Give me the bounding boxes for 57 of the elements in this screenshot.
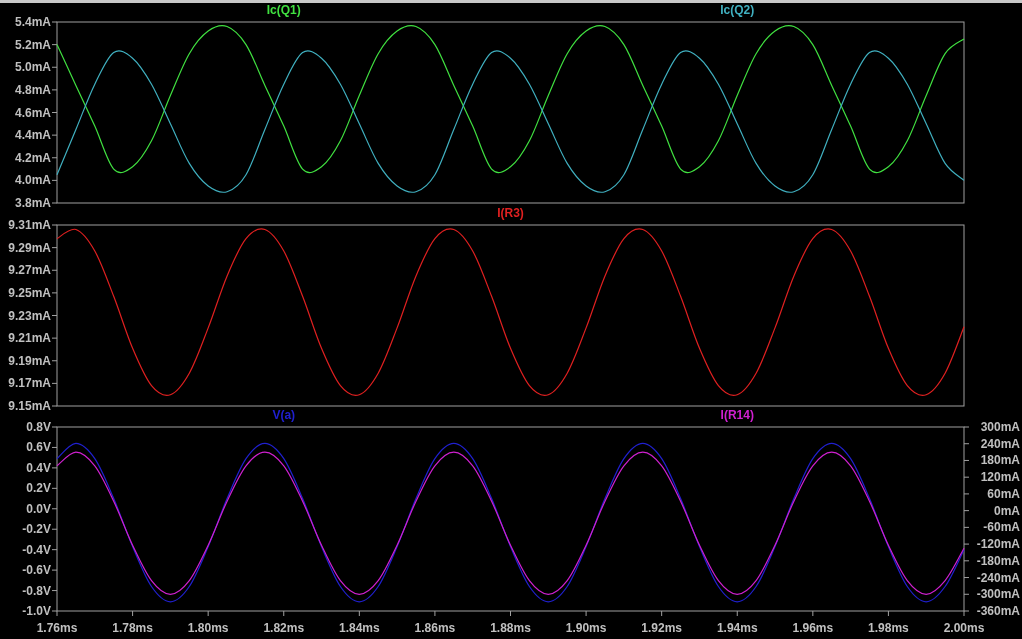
axis-tick-label: -120mA — [976, 537, 1020, 552]
axis-tick-label: 240mA — [980, 436, 1020, 451]
axis-tick-label: 9.25mA — [8, 285, 51, 300]
trace-label[interactable]: I(R3) — [497, 206, 524, 220]
trace-label[interactable]: I(R14) — [720, 408, 754, 422]
axis-tick-label: 2.00ms — [943, 621, 985, 635]
axis-tick-label: 1.76ms — [36, 621, 78, 635]
axis-tick-label: 0.4V — [26, 460, 51, 475]
axis-tick-label: 9.17mA — [8, 376, 51, 391]
axis-tick-label: 1.80ms — [187, 621, 229, 635]
axis-tick-label: -180mA — [976, 553, 1020, 568]
axis-tick-label: -360mA — [976, 604, 1020, 618]
axis-tick-label: 4.4mA — [14, 128, 51, 143]
axis-tick-label: -300mA — [976, 587, 1020, 602]
axis-tick-label: 5.2mA — [14, 37, 51, 52]
axis-tick-label: 1.86ms — [414, 621, 456, 635]
axis-tick-label: 0.0V — [26, 501, 51, 516]
axis-tick-label: 9.31mA — [8, 218, 51, 232]
axis-tick-label: 1.84ms — [339, 621, 380, 635]
axis-tick-label: 120mA — [980, 470, 1020, 485]
axis-tick-label: -0.4V — [22, 542, 51, 557]
axis-tick-label: 1.98ms — [868, 621, 909, 635]
axis-tick-label: 300mA — [980, 420, 1020, 434]
trace-label[interactable]: Ic(Q1) — [266, 3, 301, 17]
axis-tick-label: 1.82ms — [263, 621, 305, 635]
axis-tick-label: 1.94ms — [716, 621, 758, 635]
axis-tick-label: 4.2mA — [14, 150, 51, 165]
axis-tick-label: 1.78ms — [112, 621, 153, 635]
axis-tick-label: 0mA — [994, 503, 1020, 518]
axis-tick-label: -1.0V — [22, 604, 51, 618]
axis-tick-label: 1.88ms — [490, 621, 531, 635]
axis-tick-label: 5.4mA — [14, 15, 51, 29]
axis-tick-label: 1.90ms — [565, 621, 607, 635]
axis-tick-label: 0.8V — [26, 420, 51, 434]
axis-tick-label: 4.0mA — [14, 173, 51, 188]
trace-label[interactable]: Ic(Q2) — [720, 3, 755, 17]
axis-tick-label: 4.8mA — [14, 82, 51, 97]
axis-tick-label: 9.27mA — [8, 263, 51, 278]
axis-tick-label: 9.15mA — [8, 399, 51, 413]
axis-tick-label: 9.29mA — [8, 240, 51, 255]
axis-tick-label: 1.96ms — [792, 621, 834, 635]
axis-tick-label: 1.92ms — [641, 621, 682, 635]
axis-tick-label: -0.8V — [22, 583, 51, 598]
axis-tick-label: 9.23mA — [8, 308, 51, 323]
axis-tick-label: 5.0mA — [14, 60, 51, 75]
axis-tick-label: 9.19mA — [8, 353, 51, 368]
axis-tick-label: 180mA — [980, 453, 1020, 468]
axis-tick-label: -0.2V — [22, 522, 51, 537]
axis-tick-label: 0.2V — [26, 481, 51, 496]
axis-tick-label: -0.6V — [22, 563, 51, 578]
axis-tick-label: -240mA — [976, 570, 1020, 585]
axis-tick-label: 0.6V — [26, 440, 51, 455]
axis-tick-label: 60mA — [987, 486, 1020, 501]
axis-tick-label: 3.8mA — [14, 196, 51, 210]
axis-tick-label: 4.6mA — [14, 105, 51, 120]
axis-tick-label: 9.21mA — [8, 331, 51, 346]
axis-tick-label: -60mA — [983, 520, 1020, 535]
